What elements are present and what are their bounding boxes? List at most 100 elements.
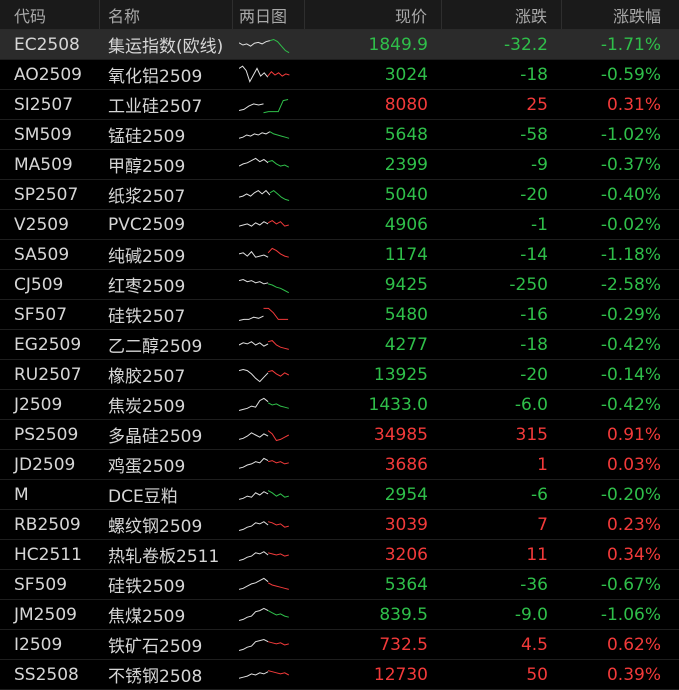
- two-day-sparkline: [233, 664, 305, 686]
- sparkline-prev-day: [239, 431, 269, 440]
- table-header: 代码 名称 两日图 现价 涨跌 涨跌幅: [0, 0, 679, 30]
- table-body: EC2508 集运指数(欧线) 1849.9 -32.2 -1.71% AO2509 氧化铝…: [0, 30, 679, 690]
- contract-name: 多晶硅2509: [108, 427, 203, 447]
- price-change-pct: 0.39%: [606, 664, 661, 685]
- table-row[interactable]: RU2507 橡胶2507 13925 -20 -0.14%: [0, 360, 679, 390]
- table-row[interactable]: RB2509 螺纹钢2509 3039 7 0.23%: [0, 510, 679, 540]
- table-row[interactable]: SA509 纯碱2509 1174 -14 -1.18%: [0, 240, 679, 270]
- last-price: 2954: [384, 484, 428, 505]
- header-name[interactable]: 名称: [100, 0, 233, 29]
- last-price: 5364: [384, 574, 428, 595]
- table-row[interactable]: JM2509 焦煤2509 839.5 -9.0 -1.06%: [0, 600, 679, 630]
- price-change: -9.0: [514, 604, 548, 625]
- contract-code: SM509: [14, 124, 72, 145]
- last-price: 5480: [384, 304, 428, 325]
- header-code[interactable]: 代码: [0, 0, 100, 29]
- table-row[interactable]: PS2509 多晶硅2509 34985 315 0.91%: [0, 420, 679, 450]
- two-day-sparkline: [233, 364, 305, 386]
- table-row[interactable]: SS2508 不锈钢2508 12730 50 0.39%: [0, 660, 679, 690]
- table-row[interactable]: SP2507 纸浆2507 5040 -20 -0.40%: [0, 180, 679, 210]
- contract-name: 锰硅2509: [108, 127, 186, 147]
- last-price: 3686: [384, 454, 428, 475]
- price-change-pct: -0.42%: [600, 394, 661, 415]
- table-row[interactable]: J2509 焦炭2509 1433.0 -6.0 -0.42%: [0, 390, 679, 420]
- table-row[interactable]: I2509 铁矿石2509 732.5 4.5 0.62%: [0, 630, 679, 660]
- contract-code: SF509: [14, 574, 68, 595]
- table-row[interactable]: EC2508 集运指数(欧线) 1849.9 -32.2 -1.71%: [0, 30, 679, 60]
- sparkline-today: [267, 551, 289, 557]
- table-row[interactable]: MA509 甲醇2509 2399 -9 -0.37%: [0, 150, 679, 180]
- contract-name: 乙二醇2509: [108, 337, 203, 357]
- sparkline-prev-day: [239, 577, 269, 590]
- last-price: 5040: [384, 184, 428, 205]
- table-row[interactable]: EG2509 乙二醇2509 4277 -18 -0.42%: [0, 330, 679, 360]
- two-day-sparkline: [233, 604, 305, 626]
- contract-name: 硅铁2509: [108, 577, 186, 597]
- table-row[interactable]: SI2507 工业硅2507 8080 25 0.31%: [0, 90, 679, 120]
- sparkline-prev-day: [239, 550, 269, 561]
- contract-code: M: [14, 484, 29, 505]
- price-change-pct: -0.29%: [600, 304, 661, 325]
- two-day-sparkline: [233, 634, 305, 656]
- table-row[interactable]: SF507 硅铁2507 5480 -16 -0.29%: [0, 300, 679, 330]
- header-change[interactable]: 涨跌: [442, 0, 562, 29]
- sparkline-prev-day: [239, 278, 269, 284]
- sparkline-today: [267, 669, 290, 675]
- sparkline-today: [267, 459, 289, 464]
- sparkline-prev-day: [239, 130, 271, 139]
- contract-name: 纸浆2507: [108, 187, 186, 207]
- last-price: 12730: [373, 664, 428, 685]
- contract-code: MA509: [14, 154, 73, 175]
- price-change: -6.0: [514, 394, 548, 415]
- price-change: 315: [515, 424, 548, 445]
- two-day-sparkline: [233, 244, 305, 266]
- sparkline-prev-day: [239, 250, 269, 258]
- price-change: -58: [520, 124, 548, 145]
- table-row[interactable]: HC2511 热轧卷板2511 3206 11 0.34%: [0, 540, 679, 570]
- sparkline-prev-day: [239, 670, 269, 679]
- sparkline-prev-day: [239, 520, 269, 531]
- contract-code: SI2507: [14, 94, 74, 115]
- last-price: 1174: [384, 244, 428, 265]
- sparkline-today: [267, 609, 289, 618]
- price-change-pct: -0.20%: [600, 484, 661, 505]
- contract-name: 铁矿石2509: [108, 637, 203, 657]
- sparkline-today: [267, 70, 290, 77]
- contract-name: DCE豆粕: [108, 487, 178, 507]
- table-row[interactable]: JD2509 鸡蛋2509 3686 1 0.03%: [0, 450, 679, 480]
- sparkline-prev-day: [239, 189, 271, 198]
- contract-name: 工业硅2507: [108, 97, 203, 117]
- last-price: 732.5: [379, 634, 428, 655]
- contract-name: 纯碱2509: [108, 247, 186, 267]
- header-price[interactable]: 现价: [305, 0, 442, 29]
- contract-name: 硅铁2507: [108, 307, 186, 327]
- sparkline-prev-day: [239, 102, 264, 111]
- header-pct[interactable]: 涨跌幅: [562, 0, 679, 29]
- contract-code: JD2509: [14, 454, 76, 475]
- contract-name: 集运指数(欧线): [108, 37, 224, 57]
- sparkline-today: [269, 130, 290, 139]
- table-row[interactable]: V2509 PVC2509 4906 -1 -0.02%: [0, 210, 679, 240]
- two-day-sparkline: [233, 94, 305, 116]
- price-change: 50: [526, 664, 548, 685]
- price-change: -20: [520, 364, 548, 385]
- table-row[interactable]: M DCE豆粕 2954 -6 -0.20%: [0, 480, 679, 510]
- table-row[interactable]: SM509 锰硅2509 5648 -58 -1.02%: [0, 120, 679, 150]
- price-change-pct: -0.59%: [600, 64, 661, 85]
- table-row[interactable]: SF509 硅铁2509 5364 -36 -0.67%: [0, 570, 679, 600]
- two-day-sparkline: [233, 544, 305, 566]
- two-day-sparkline: [233, 334, 305, 356]
- contract-name: 螺纹钢2509: [108, 517, 203, 537]
- price-change: -36: [520, 574, 548, 595]
- two-day-sparkline: [233, 304, 305, 326]
- sparkline-today: [267, 219, 289, 227]
- two-day-sparkline: [233, 484, 305, 506]
- price-change: 11: [526, 544, 548, 565]
- price-change: 25: [526, 94, 548, 115]
- contract-code: RB2509: [14, 514, 81, 535]
- table-row[interactable]: AO2509 氧化铝2509 3024 -18 -0.59%: [0, 60, 679, 90]
- price-change: -9: [531, 154, 548, 175]
- table-row[interactable]: CJ509 红枣2509 9425 -250 -2.58%: [0, 270, 679, 300]
- contract-code: SA509: [14, 244, 70, 265]
- header-chart[interactable]: 两日图: [233, 0, 305, 29]
